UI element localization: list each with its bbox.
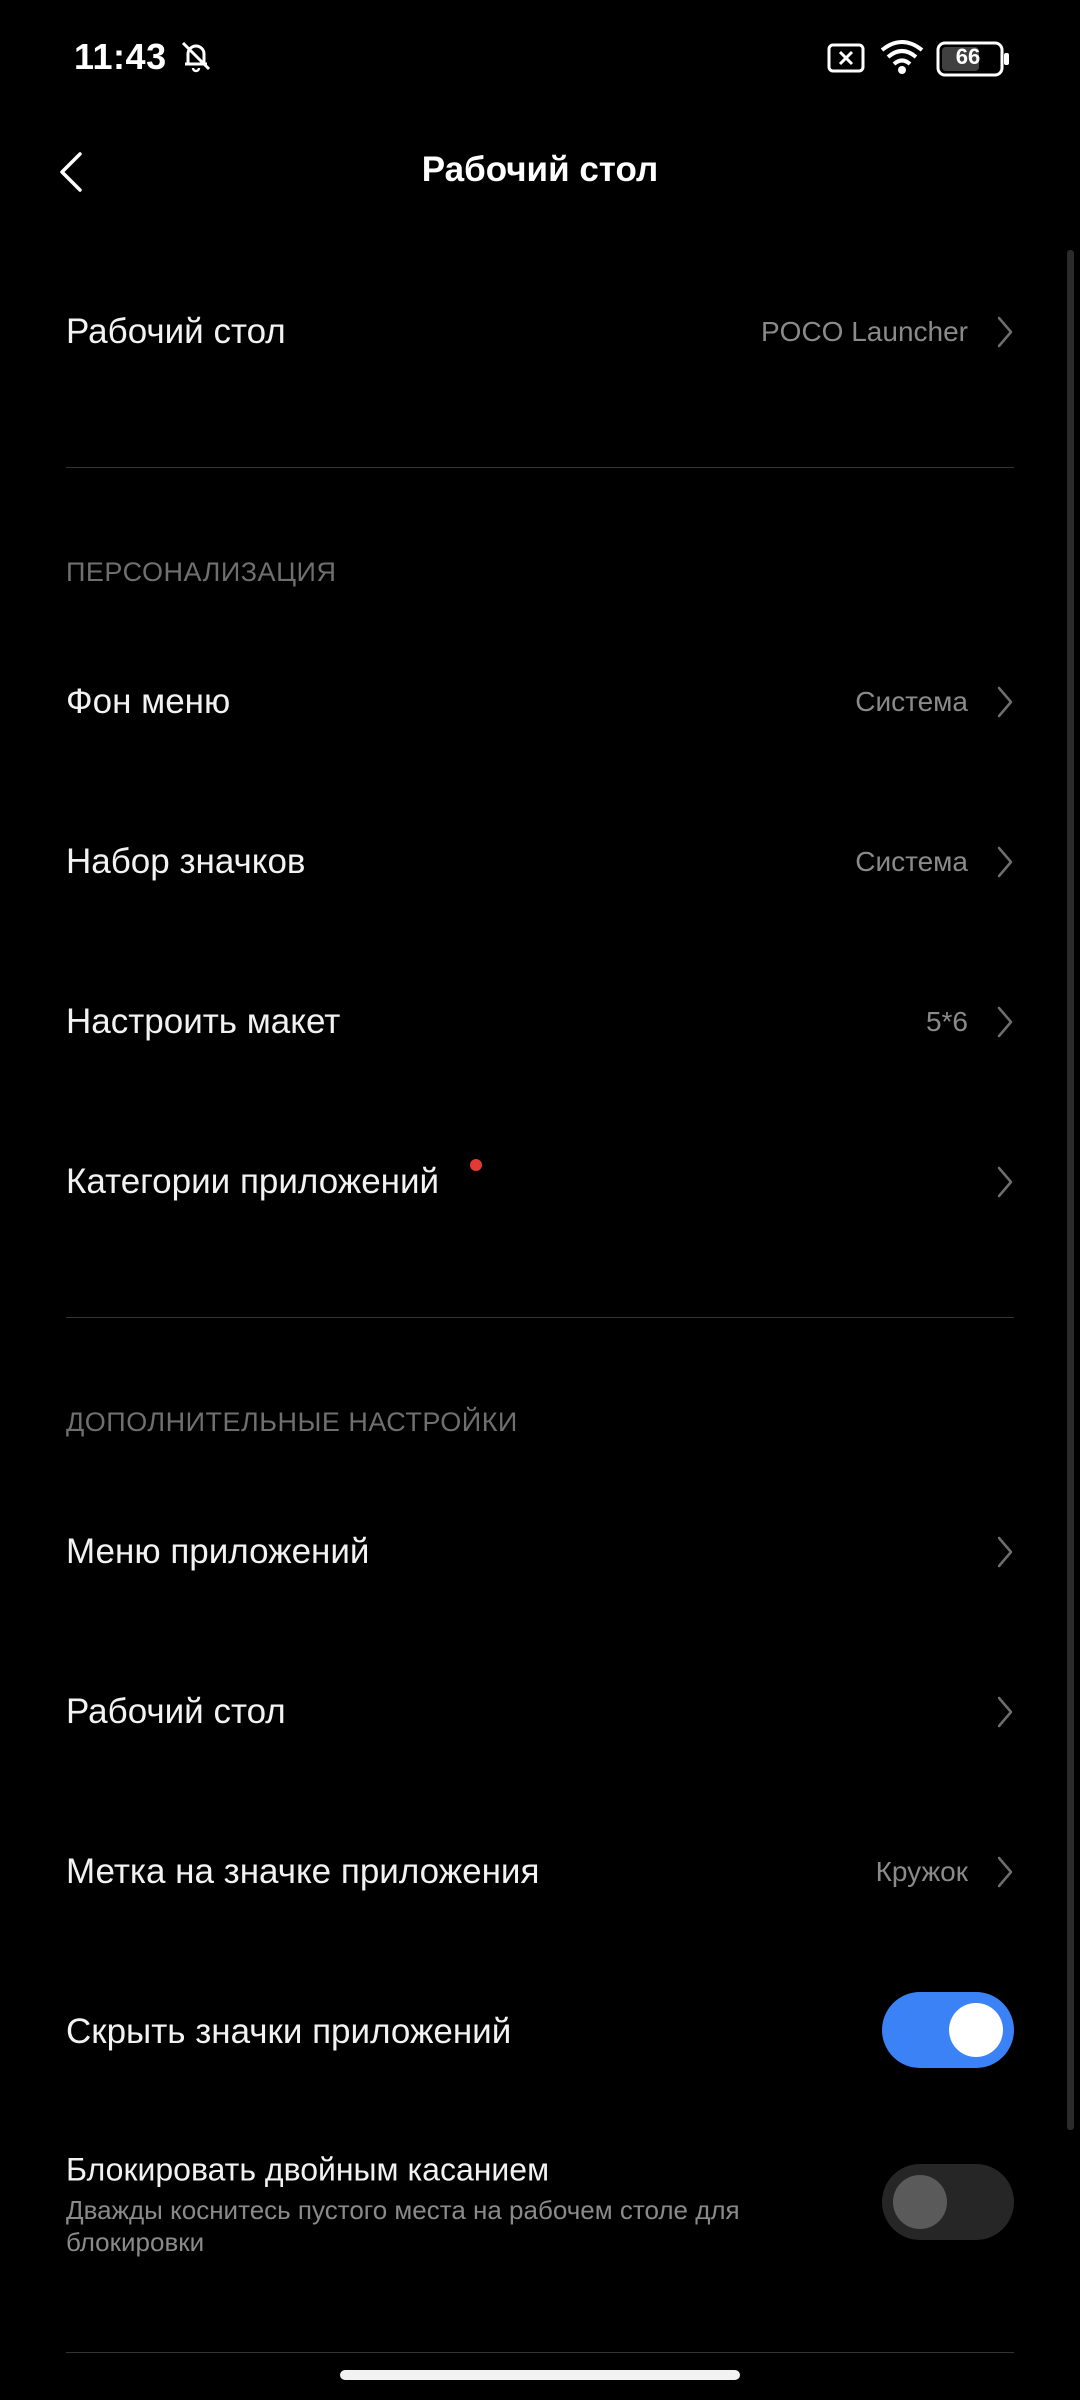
- icon-badge-value: Кружок: [875, 1856, 968, 1887]
- launcher-item-value: POCO Launcher: [761, 316, 968, 347]
- icon-badge-label: Метка на значке приложения: [66, 1852, 540, 1891]
- layout-value: 5*6: [925, 1006, 968, 1037]
- status-bar: 11:43 66: [0, 0, 1080, 120]
- divider: [66, 1317, 1014, 1318]
- hide-icons-item: Скрыть значки приложений: [66, 1987, 1014, 2077]
- chevron-right-icon: [997, 1166, 1013, 1198]
- section-additional-title: ДОПОЛНИТЕЛЬНЫЕ НАСТРОЙКИ: [66, 1407, 518, 1437]
- app-categories-item[interactable]: Категории приложений: [66, 1137, 1014, 1227]
- gesture-home-bar[interactable]: [340, 2370, 740, 2380]
- scrollbar[interactable]: [1067, 250, 1074, 2130]
- chevron-right-icon: [997, 1856, 1013, 1888]
- layout-item[interactable]: Настроить макет 5*6: [66, 977, 1014, 1067]
- chevron-right-icon: [997, 1006, 1013, 1038]
- home-screen-item[interactable]: Рабочий стол: [66, 1667, 1014, 1757]
- icon-badge-item[interactable]: Метка на значке приложения Кружок: [66, 1827, 1014, 1917]
- menu-background-label: Фон меню: [66, 682, 231, 721]
- app-menu-label: Меню приложений: [66, 1532, 370, 1571]
- launcher-item[interactable]: Рабочий стол POCO Launcher: [66, 287, 1014, 377]
- home-screen-label: Рабочий стол: [66, 1692, 286, 1731]
- section-personalization-title: ПЕРСОНАЛИЗАЦИЯ: [66, 557, 337, 587]
- chevron-right-icon: [997, 686, 1013, 718]
- chevron-right-icon: [997, 1536, 1013, 1568]
- icon-pack-label: Набор значков: [66, 842, 306, 881]
- battery-level: 66: [955, 44, 981, 69]
- chevron-right-icon: [997, 846, 1013, 878]
- layout-label: Настроить макет: [66, 1002, 341, 1041]
- double-tap-lock-toggle[interactable]: [882, 2164, 1014, 2240]
- chevron-right-icon: [997, 1696, 1013, 1728]
- wifi-icon: [880, 40, 924, 74]
- icon-pack-value: Система: [855, 846, 968, 877]
- new-badge-dot: [470, 1159, 482, 1171]
- no-sim-icon: [827, 43, 865, 73]
- toggle-knob: [949, 2003, 1003, 2057]
- double-tap-lock-label: Блокировать двойным касанием: [66, 2151, 550, 2188]
- chevron-right-icon: [997, 316, 1013, 348]
- double-tap-lock-item: Блокировать двойным касанием: [66, 2148, 1014, 2192]
- menu-background-item[interactable]: Фон меню Система: [66, 657, 1014, 747]
- menu-background-value: Система: [855, 686, 968, 717]
- icon-pack-item[interactable]: Набор значков Система: [66, 817, 1014, 907]
- double-tap-lock-description: Дважды коснитесь пустого места на рабоче…: [66, 2195, 740, 2257]
- divider: [66, 2352, 1014, 2353]
- toggle-knob: [893, 2175, 947, 2229]
- launcher-item-label: Рабочий стол: [66, 312, 286, 351]
- muted-bell-icon: [181, 41, 211, 73]
- app-categories-label: Категории приложений: [66, 1162, 440, 1201]
- page-title: Рабочий стол: [421, 150, 659, 189]
- app-menu-item[interactable]: Меню приложений: [66, 1507, 1014, 1597]
- hide-icons-label: Скрыть значки приложений: [66, 2012, 512, 2051]
- status-time: 11:43: [74, 36, 167, 77]
- divider: [66, 467, 1014, 468]
- hide-icons-toggle[interactable]: [882, 1992, 1014, 2068]
